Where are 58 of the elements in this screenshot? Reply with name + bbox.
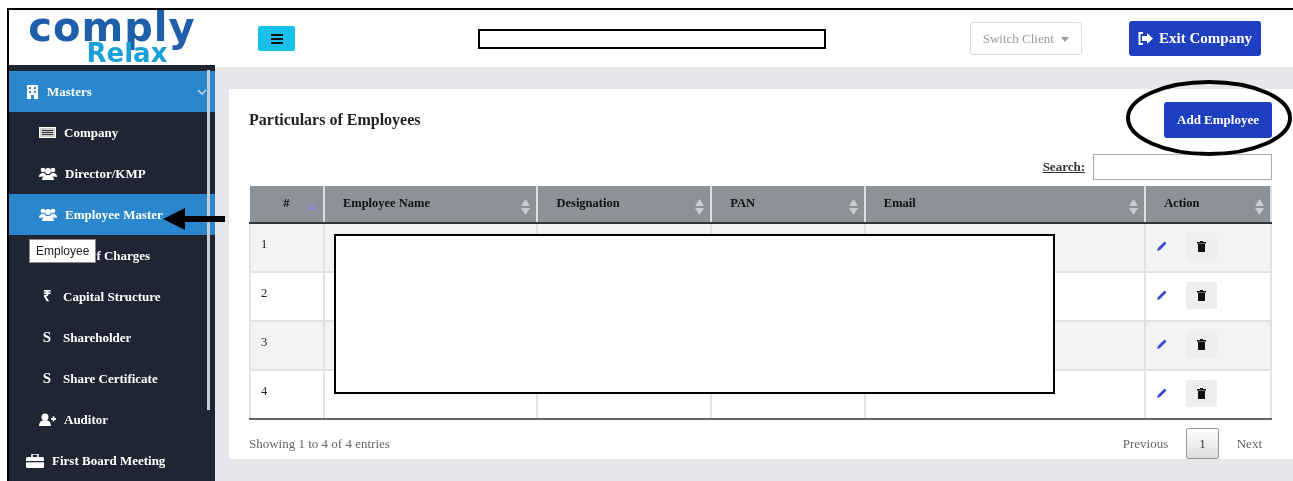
page-link[interactable]: Next [1226,428,1272,458]
trash-icon [1197,387,1207,399]
add-employee-button[interactable]: Add Employee [1164,102,1272,138]
delete-button[interactable] [1186,379,1218,407]
user-plus-icon [39,413,56,426]
users-icon [39,167,57,180]
tooltip: Employee [29,239,97,263]
exit-company-button[interactable]: Exit Company [1129,21,1261,56]
scrollbar[interactable] [207,70,210,410]
trash-icon [1197,338,1207,350]
users-icon [39,208,57,221]
menu-button[interactable] [258,26,295,51]
sidebar-item[interactable]: Director/KMP [9,153,215,194]
table-cell: 3 [250,320,324,370]
table-cell: 2 [250,271,324,321]
delete-button[interactable] [1186,281,1218,309]
building-icon [26,84,39,99]
sidebar-item[interactable]: Masters [9,71,215,112]
trash-icon [1197,289,1207,301]
column-header[interactable]: PAN [711,185,865,223]
sidebar-item[interactable]: First Board Meeting [9,440,215,481]
delete-button[interactable] [1186,232,1218,260]
table-cell: 4 [250,369,324,419]
exit-icon [1138,32,1154,45]
caret-icon [1061,37,1070,43]
annotation-arrow [163,208,225,230]
menu-icon [270,33,283,44]
sidebar-item[interactable]: Auditor [9,399,215,440]
glyph-icon: ₹ [39,285,55,308]
sidebar-item[interactable]: Company [9,112,215,153]
glyph-icon: S [39,326,55,349]
sidebar-item[interactable]: ₹ Capital Structure [9,276,215,317]
sidebar-item[interactable]: Employee Master [9,194,215,235]
glyph-icon: S [39,367,55,390]
edit-icon[interactable] [1156,288,1169,301]
trash-icon [1197,240,1207,252]
sidebar-item[interactable]: S Share Certificate [9,358,215,399]
edit-icon[interactable] [1156,386,1169,399]
page-link[interactable]: Previous [1112,428,1179,458]
card-title: Particulars of Employees [249,109,421,131]
sidebar-item[interactable]: S Shareholder [9,317,215,358]
delete-button[interactable] [1186,330,1218,358]
edit-icon[interactable] [1156,337,1169,350]
table-cell: 1 [250,222,324,272]
column-header[interactable]: # [250,185,324,223]
column-header[interactable]: Employee Name [323,185,538,223]
logo: comply Relax [9,10,215,66]
page-button[interactable]: 1 [1186,427,1219,459]
sidebar-item[interactable]: Employee f Charges [9,235,215,276]
column-header[interactable]: Designation [537,185,712,223]
briefcase-icon [26,453,44,468]
search-label: Search: [1042,157,1085,176]
search-field[interactable] [1093,153,1272,180]
list-icon [39,127,56,138]
column-header[interactable]: Action [1145,185,1271,223]
edit-icon[interactable] [1156,239,1169,252]
entries-info: Showing 1 to 4 of 4 entries [249,434,390,453]
column-header[interactable]: Email [864,185,1146,223]
